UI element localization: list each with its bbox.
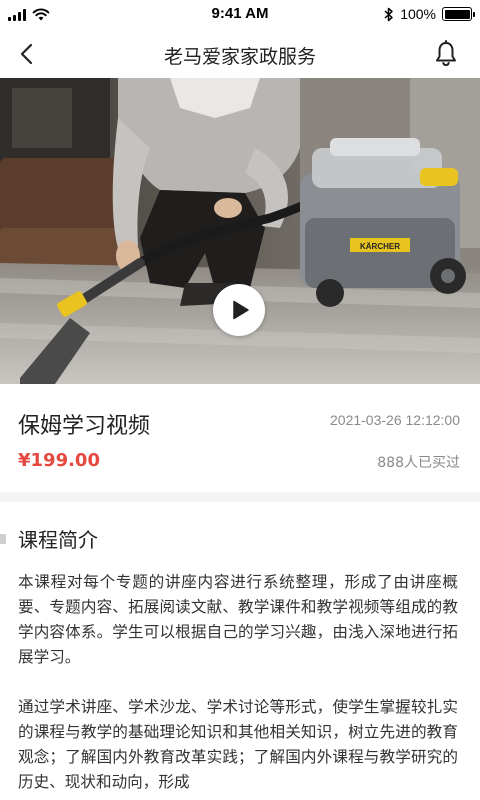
status-right: 100%: [384, 6, 475, 22]
video-thumbnail: KÄRCHER: [0, 78, 480, 384]
battery-icon: [442, 7, 475, 21]
bell-icon[interactable]: [434, 40, 458, 68]
course-info: 保姆学习视频 2021-03-26 12:12:00 ¥199.00 888人已…: [0, 384, 480, 492]
bluetooth-icon: [384, 7, 393, 21]
section-divider: [0, 492, 480, 502]
machine-brand-text: KÄRCHER: [360, 242, 400, 251]
video-player[interactable]: KÄRCHER: [0, 78, 480, 384]
intro-body: 本课程对每个专题的讲座内容进行系统整理，形成了由讲座概要、专题内容、拓展阅读文献…: [18, 570, 458, 800]
intro-heading: 课程简介: [18, 528, 98, 552]
section-marker: [0, 534, 6, 544]
nav-bar: 老马爱家家政服务: [0, 30, 480, 78]
course-title: 保姆学习视频: [18, 414, 151, 439]
buyer-count: 888人已买过: [377, 455, 460, 471]
play-button[interactable]: [213, 284, 265, 336]
play-icon: [233, 300, 249, 320]
course-intro-section: 课程简介 本课程对每个专题的讲座内容进行系统整理，形成了由讲座概要、专题内容、拓…: [0, 502, 480, 800]
page-title: 老马爱家家政服务: [163, 46, 316, 68]
intro-paragraph: 本课程对每个专题的讲座内容进行系统整理，形成了由讲座概要、专题内容、拓展阅读文献…: [18, 573, 458, 666]
course-price: ¥199.00: [18, 450, 100, 471]
course-datetime: 2021-03-26 12:12:00: [330, 412, 460, 428]
battery-fill: [444, 9, 470, 19]
status-bar: 9:41 AM 100%: [0, 0, 480, 30]
battery-percent: 100%: [400, 6, 436, 22]
intro-paragraph: 通过学术讲座、学术沙龙、学术讨论等形式，使学生掌握较扎实的课程与教学的基础理论知…: [18, 698, 458, 791]
